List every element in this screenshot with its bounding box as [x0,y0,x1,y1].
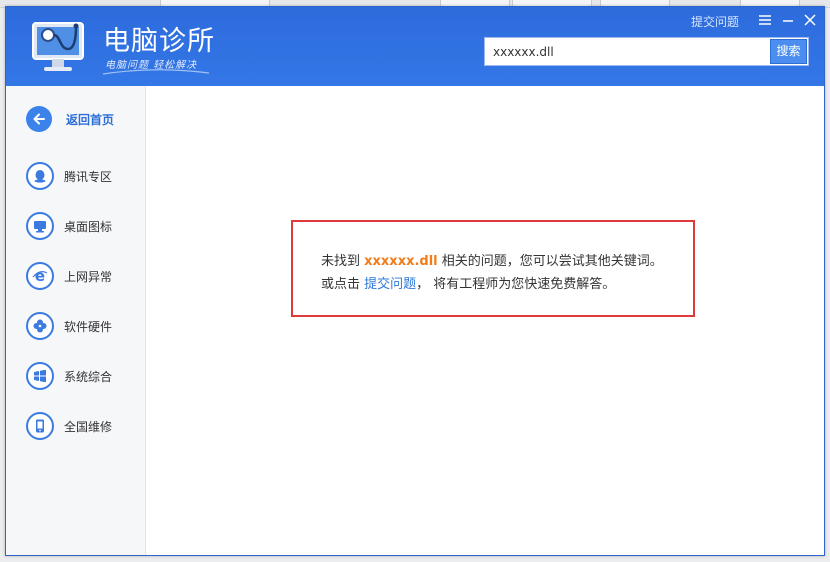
stethoscope-monitor-icon [32,22,84,71]
sidebar-item-label: 系统综合 [64,369,113,384]
submit-hint-prefix: 或点击 [321,277,361,292]
title-bar: 电脑诊所 电脑问题 轻松解决 提交问题 搜索 [6,7,824,86]
monitor-icon [26,212,54,240]
sidebar-item-desktop-icons[interactable]: 桌面图标 [26,212,112,240]
qq-penguin-icon [26,162,54,190]
no-result-line-1: 未找到 xxxxxx.dll 相关的问题，您可以尝试其他关键词。 [321,250,663,269]
svg-text:e: e [35,267,45,285]
app-window: 电脑诊所 电脑问题 轻松解决 提交问题 搜索 返回首页 [5,6,825,556]
no-result-notice: 未找到 xxxxxx.dll 相关的问题，您可以尝试其他关键词。 或点击 提交问… [291,220,695,317]
sidebar-item-software-hardware[interactable]: 软件硬件 [26,312,112,340]
submit-hint-suffix: ， 将有工程师为您快速免费解答。 [416,277,616,292]
windows-logo-icon [26,362,54,390]
minimize-icon[interactable] [778,10,798,30]
clover-icon [26,312,54,340]
submit-question-link[interactable]: 提交问题 [691,13,739,30]
search-box: 搜索 [484,37,809,66]
no-result-suffix: 相关的问题，您可以尝试其他关键词。 [441,254,663,269]
menu-icon[interactable] [755,10,775,30]
sidebar-item-label: 软件硬件 [64,319,113,334]
back-home-label: 返回首页 [66,112,115,127]
back-home-button[interactable]: 返回首页 [26,106,114,132]
sidebar-item-label: 上网异常 [64,269,113,284]
search-button[interactable]: 搜索 [770,39,807,64]
sidebar: 返回首页 腾讯专区 桌面图标 e 上网异常 软件硬件 系统综合 全国维修 [6,86,146,555]
sidebar-item-label: 桌面图标 [64,219,113,234]
close-icon[interactable] [800,10,820,30]
app-title: 电脑诊所 [103,26,215,57]
sidebar-item-repair[interactable]: 全国维修 [26,412,112,440]
no-result-line-2: 或点击 提交问题， 将有工程师为您快速免费解答。 [321,273,615,292]
submit-question-inline-link[interactable]: 提交问题 [364,277,416,292]
sidebar-item-internet[interactable]: e 上网异常 [26,262,112,290]
arrow-left-icon [26,106,52,132]
sidebar-item-tencent[interactable]: 腾讯专区 [26,162,112,190]
sidebar-item-label: 全国维修 [64,419,113,434]
sidebar-item-system[interactable]: 系统综合 [26,362,112,390]
no-result-prefix: 未找到 [321,254,361,269]
sidebar-item-label: 腾讯专区 [64,169,113,184]
subtitle-swoosh [102,69,210,75]
phone-icon [26,412,54,440]
search-keyword: xxxxxx.dll [364,254,438,269]
search-input[interactable] [485,38,768,65]
main-content: 未找到 xxxxxx.dll 相关的问题，您可以尝试其他关键词。 或点击 提交问… [147,86,824,555]
ie-browser-icon: e [26,262,54,290]
